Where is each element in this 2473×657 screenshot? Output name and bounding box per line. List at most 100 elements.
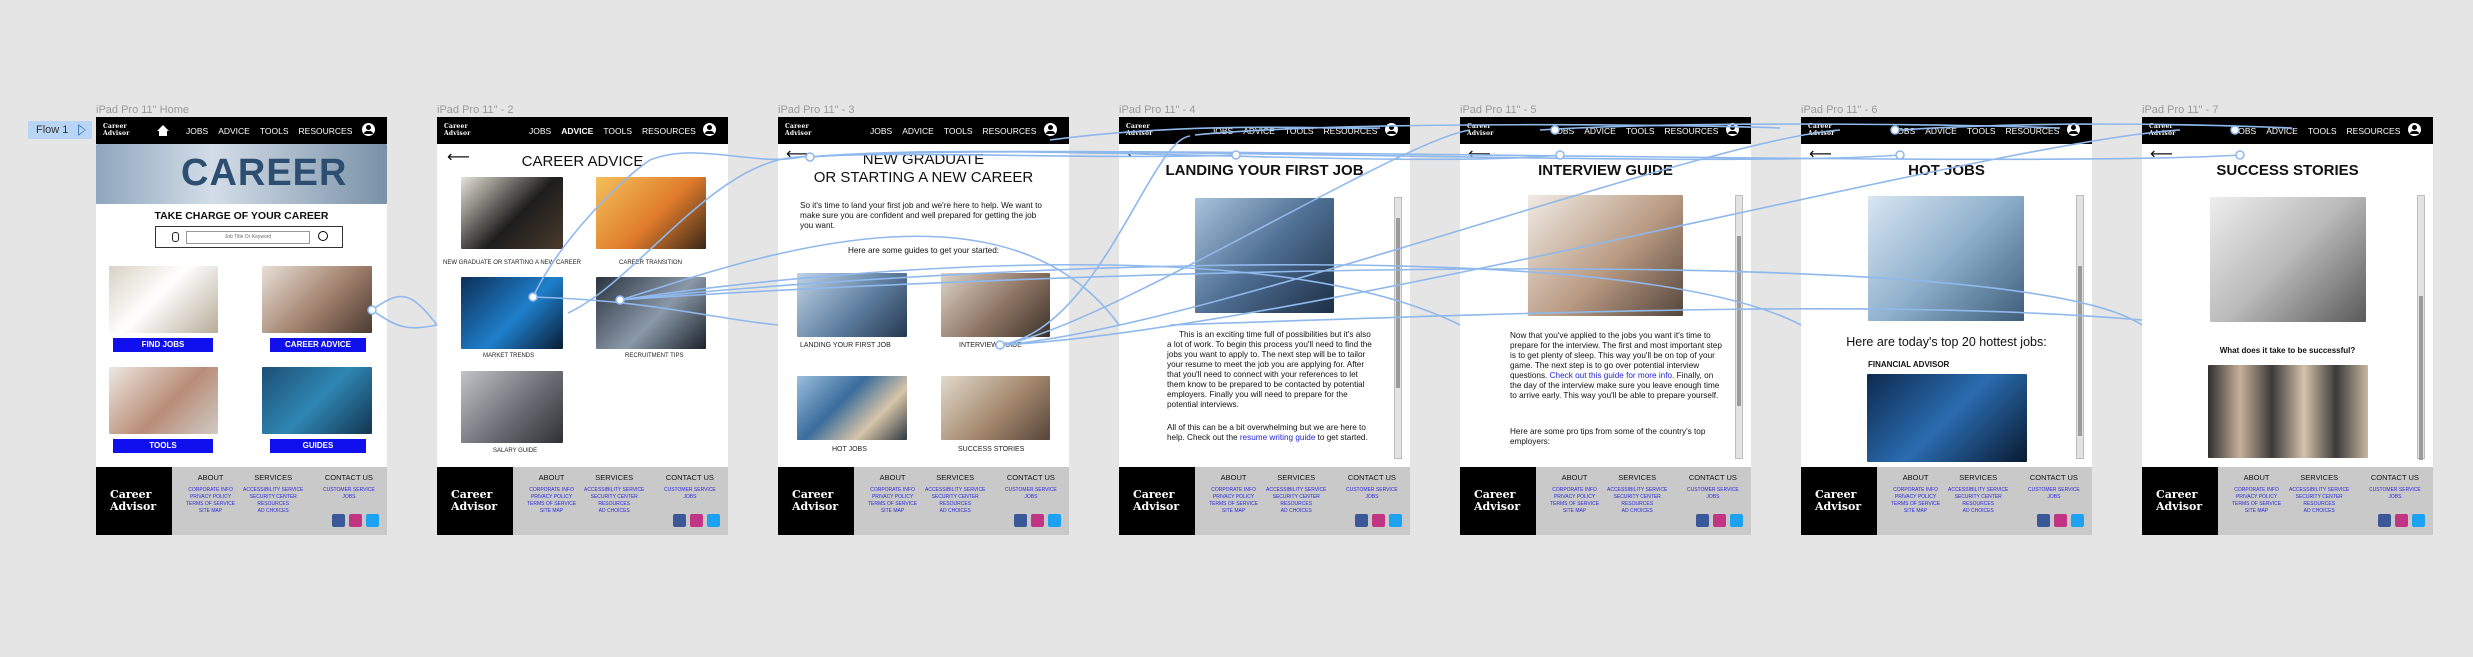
nav-logo[interactable]: Career Advisor	[2149, 123, 2176, 137]
nav-tools[interactable]: TOOLS	[603, 126, 632, 136]
twitter-icon[interactable]	[1048, 514, 1061, 527]
back-arrow-icon[interactable]: ⟵	[1809, 147, 1832, 163]
scrollbar[interactable]	[2417, 195, 2425, 460]
interview-image[interactable]	[941, 273, 1050, 337]
nav-tools[interactable]: TOOLS	[260, 126, 289, 136]
back-arrow-icon[interactable]: ⟵	[1468, 147, 1491, 163]
nav-jobs[interactable]: JOBS	[2234, 126, 2256, 136]
twitter-icon[interactable]	[366, 514, 379, 527]
nav-jobs[interactable]: JOBS	[186, 126, 208, 136]
nav-resources[interactable]: RESOURCES	[2347, 126, 2401, 136]
facebook-icon[interactable]	[673, 514, 686, 527]
user-icon[interactable]	[1385, 123, 1398, 136]
nav-jobs[interactable]: JOBS	[1893, 126, 1915, 136]
facebook-icon[interactable]	[2378, 514, 2391, 527]
user-icon[interactable]	[1726, 123, 1739, 136]
nav-logo[interactable]: Career Advisor	[1126, 123, 1153, 137]
user-icon[interactable]	[2067, 123, 2080, 136]
tools-button[interactable]: TOOLS	[113, 439, 213, 453]
nav-resources[interactable]: RESOURCES	[1324, 126, 1378, 136]
scrollbar[interactable]	[1394, 197, 1402, 459]
scrollbar[interactable]	[1735, 195, 1743, 459]
nav-advice[interactable]: ADVICE	[902, 126, 934, 136]
graduates-image[interactable]	[461, 177, 563, 249]
nav-logo[interactable]: Career Advisor	[444, 123, 471, 137]
facebook-icon[interactable]	[1355, 514, 1368, 527]
interview-guide-link[interactable]: Check out this guide for more info.	[1550, 371, 1675, 380]
search-input[interactable]: Job Title Or Keyword	[186, 231, 310, 244]
nav-resources[interactable]: RESOURCES	[1665, 126, 1719, 136]
caption-new-graduate[interactable]: NEW GRADUATE OR STARTING A NEW CAREER	[443, 260, 581, 266]
nav-logo[interactable]: Career Advisor	[1808, 123, 1835, 137]
nav-tools[interactable]: TOOLS	[2308, 126, 2337, 136]
guides-button[interactable]: GUIDES	[270, 439, 366, 453]
twitter-icon[interactable]	[2071, 514, 2084, 527]
facebook-icon[interactable]	[2037, 514, 2050, 527]
nav-advice[interactable]: ADVICE	[561, 126, 593, 136]
career-advice-button[interactable]: CAREER ADVICE	[270, 338, 366, 352]
nav-tools[interactable]: TOOLS	[944, 126, 973, 136]
back-arrow-icon[interactable]: ⟵	[1127, 147, 1150, 163]
nav-resources[interactable]: RESOURCES	[983, 126, 1037, 136]
nav-resources[interactable]: RESOURCES	[299, 126, 353, 136]
nav-advice[interactable]: ADVICE	[1925, 126, 1957, 136]
nav-advice[interactable]: ADVICE	[1584, 126, 1616, 136]
back-arrow-icon[interactable]: ⟵	[2150, 147, 2173, 163]
caption-market-trends[interactable]: MARKET TRENDS	[483, 353, 534, 359]
instagram-icon[interactable]	[1031, 514, 1044, 527]
handshake-image[interactable]	[797, 273, 907, 337]
salary-guide-image[interactable]	[461, 371, 563, 443]
nav-advice[interactable]: ADVICE	[1243, 126, 1275, 136]
workforce-image[interactable]	[797, 376, 907, 440]
user-icon[interactable]	[1044, 123, 1057, 136]
home-icon[interactable]	[157, 125, 169, 136]
nav-jobs[interactable]: JOBS	[1552, 126, 1574, 136]
nav-jobs[interactable]: JOBS	[1211, 126, 1233, 136]
caption-interview-guide[interactable]: INTERVIEW GUIDE	[959, 342, 1022, 349]
microphone-icon[interactable]	[172, 232, 179, 242]
nav-tools[interactable]: TOOLS	[1285, 126, 1314, 136]
nav-advice[interactable]: ADVICE	[218, 126, 250, 136]
caption-success-stories[interactable]: SUCCESS STORIES	[958, 446, 1024, 453]
twitter-icon[interactable]	[1389, 514, 1402, 527]
nav-logo[interactable]: Career Advisor	[1467, 123, 1494, 137]
caption-career-transition[interactable]: CAREER TRANSITION	[619, 260, 682, 266]
instagram-icon[interactable]	[1372, 514, 1385, 527]
success-image[interactable]	[941, 376, 1050, 440]
nav-jobs[interactable]: JOBS	[529, 126, 551, 136]
caption-landing-first-job[interactable]: LANDING YOUR FIRST JOB	[800, 342, 891, 349]
instagram-icon[interactable]	[2395, 514, 2408, 527]
nav-tools[interactable]: TOOLS	[1626, 126, 1655, 136]
nav-resources[interactable]: RESOURCES	[2006, 126, 2060, 136]
job-jump-image[interactable]	[596, 177, 706, 249]
instagram-icon[interactable]	[690, 514, 703, 527]
nav-logo[interactable]: Career Advisor	[103, 123, 130, 137]
play-icon[interactable]	[78, 124, 86, 136]
twitter-icon[interactable]	[707, 514, 720, 527]
flow-start-tag[interactable]: Flow 1	[28, 121, 92, 139]
find-jobs-button[interactable]: FIND JOBS	[113, 338, 213, 352]
caption-hot-jobs[interactable]: HOT JOBS	[832, 446, 867, 453]
nav-logo[interactable]: Career Advisor	[785, 123, 812, 137]
caption-recruitment-tips[interactable]: RECRUITMENT TIPS	[625, 353, 683, 359]
twitter-icon[interactable]	[2412, 514, 2425, 527]
user-icon[interactable]	[703, 123, 716, 136]
nav-jobs[interactable]: JOBS	[870, 126, 892, 136]
nav-resources[interactable]: RESOURCES	[642, 126, 696, 136]
recruitment-image[interactable]	[596, 277, 706, 349]
facebook-icon[interactable]	[1014, 514, 1027, 527]
nav-tools[interactable]: TOOLS	[1967, 126, 1996, 136]
twitter-icon[interactable]	[1730, 514, 1743, 527]
user-icon[interactable]	[2408, 123, 2421, 136]
facebook-icon[interactable]	[332, 514, 345, 527]
market-trends-image[interactable]	[461, 277, 563, 349]
user-icon[interactable]	[362, 123, 375, 136]
instagram-icon[interactable]	[2054, 514, 2067, 527]
nav-advice[interactable]: ADVICE	[2266, 126, 2298, 136]
resume-guide-link[interactable]: resume writing guide	[1240, 433, 1316, 442]
instagram-icon[interactable]	[349, 514, 362, 527]
instagram-icon[interactable]	[1713, 514, 1726, 527]
scrollbar[interactable]	[2076, 195, 2084, 459]
facebook-icon[interactable]	[1696, 514, 1709, 527]
search-icon[interactable]	[318, 231, 328, 241]
